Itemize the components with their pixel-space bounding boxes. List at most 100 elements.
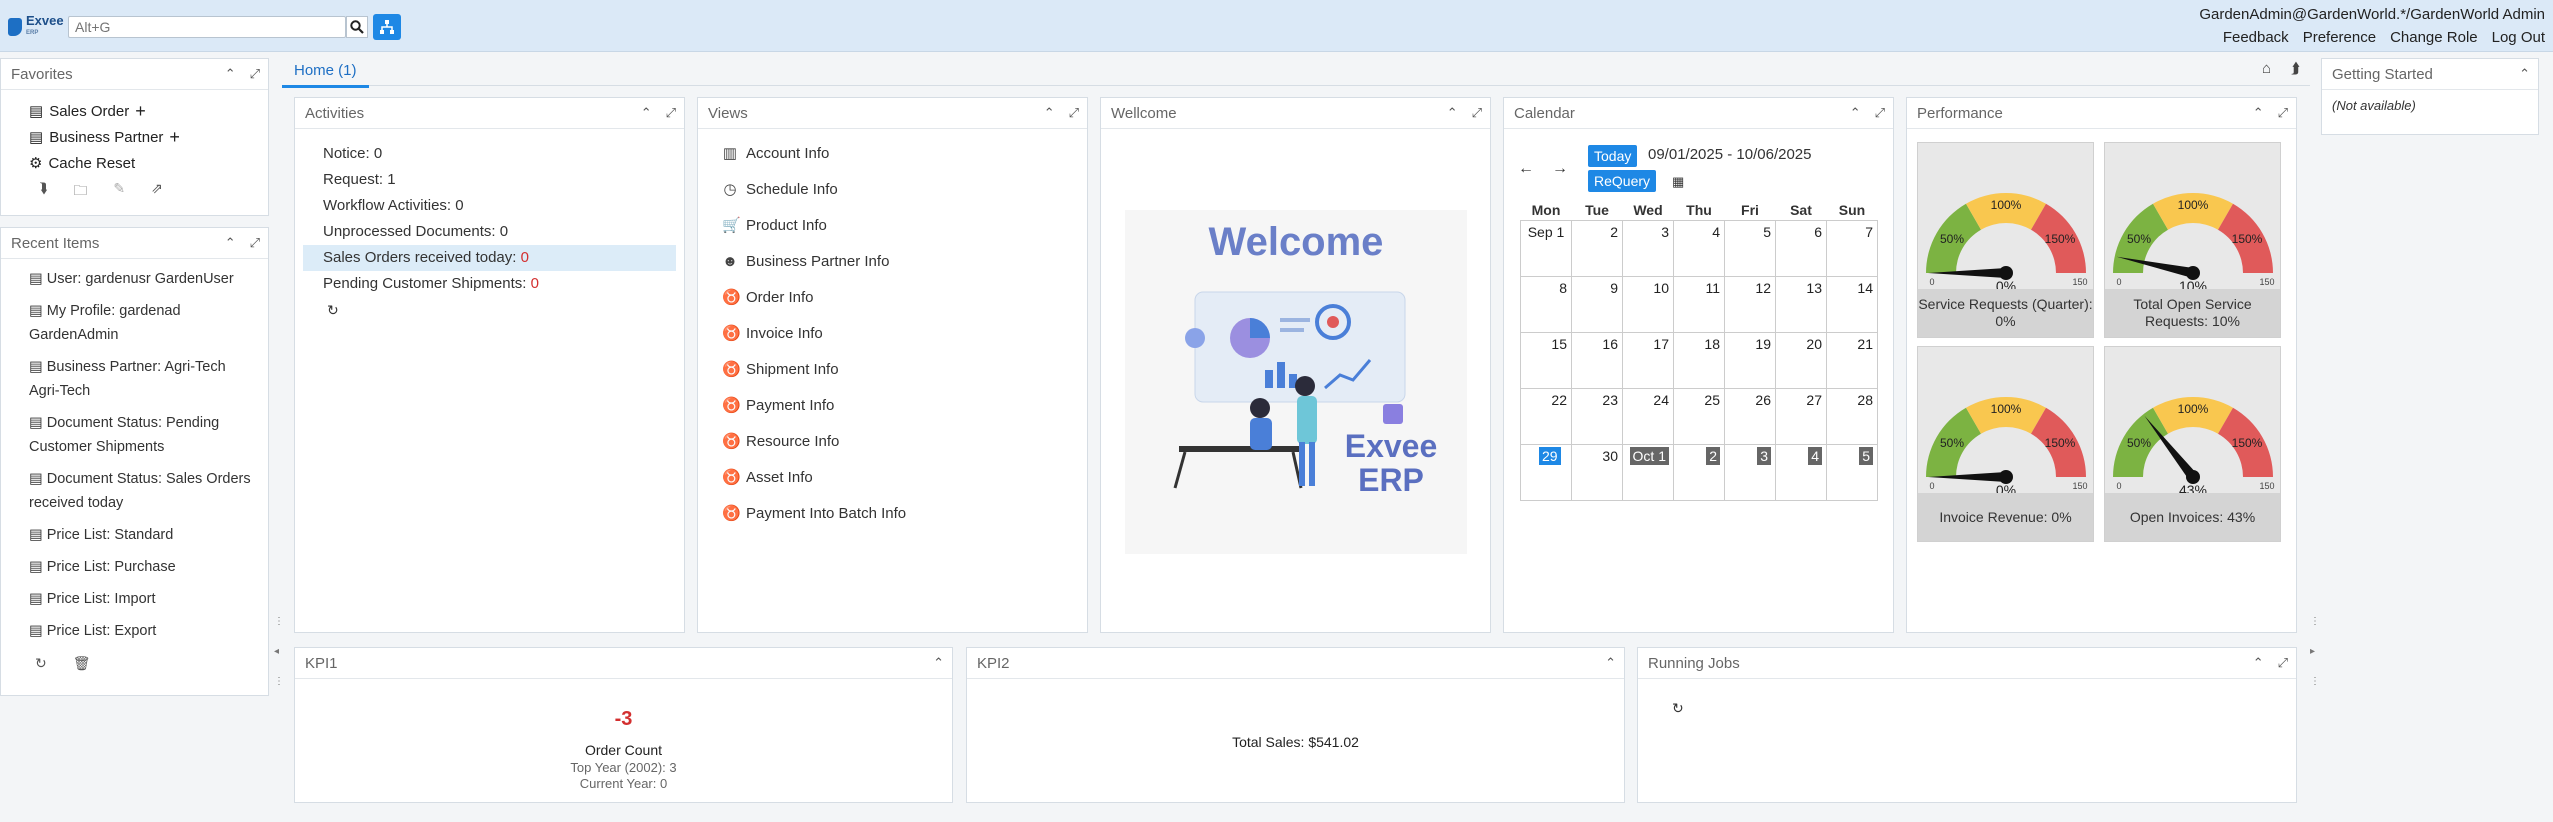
view-schedule-info[interactable]: ◷ Schedule Info	[698, 171, 1087, 207]
folder-icon[interactable]: 🗀	[73, 180, 87, 204]
calendar-day-cell[interactable]: 5	[1724, 219, 1776, 277]
gauge-widget[interactable]: 50% 100% 150% 0 150 43% Open Invoices: 43%	[2104, 346, 2281, 542]
recent-item[interactable]: ▤ Business Partner: Agri-Tech Agri-Tech	[29, 355, 258, 403]
collapse-icon[interactable]: ⌃	[1447, 105, 1458, 121]
search-button[interactable]	[346, 16, 368, 38]
calendar-day-cell[interactable]: 11	[1673, 275, 1725, 333]
global-search-input[interactable]	[68, 16, 346, 38]
trash-icon[interactable]: 🗑	[73, 655, 91, 672]
activity-unprocessed-documents[interactable]: Unprocessed Documents: 0	[303, 219, 676, 245]
collapse-icon[interactable]: ⌃	[1850, 105, 1861, 121]
calendar-day-cell[interactable]: 3	[1724, 443, 1776, 501]
calendar-day-cell[interactable]: 19	[1724, 331, 1776, 389]
right-splitter-handle[interactable]: ⋮	[2310, 676, 2320, 687]
recent-item[interactable]: ▤ Price List: Standard	[29, 523, 258, 547]
view-resource-info[interactable]: ♉ Resource Info	[698, 423, 1087, 459]
left-splitter-handle[interactable]: ⋮	[274, 676, 284, 687]
gauge-widget[interactable]: 50% 100% 150% 0 150 0% Invoice Revenue: 0%	[1917, 346, 2094, 542]
calendar-day-cell[interactable]: 2	[1571, 219, 1623, 277]
gauge-widget[interactable]: 50% 100% 150% 0 150 10% Total Open Service Req…	[2104, 142, 2281, 338]
calendar-day-cell[interactable]: 26	[1724, 387, 1776, 445]
expand-all-icon[interactable]: ⮯	[39, 180, 47, 204]
calendar-day-cell[interactable]: 2	[1673, 443, 1725, 501]
collapse-all-icon[interactable]: ⮭	[2291, 60, 2300, 77]
view-business-partner-info[interactable]: ☻ Business Partner Info	[698, 243, 1087, 279]
view-account-info[interactable]: ▥ Account Info	[698, 135, 1087, 171]
right-splitter-handle[interactable]: ⋮	[2310, 616, 2320, 627]
calendar-day-cell[interactable]: 15	[1520, 331, 1572, 389]
log-out-link[interactable]: Log Out	[2492, 29, 2545, 46]
calendar-day-cell[interactable]: 12	[1724, 275, 1776, 333]
prev-arrow-icon[interactable]: ←	[1518, 160, 1534, 178]
activity-request[interactable]: Request: 1	[303, 167, 676, 193]
recent-item[interactable]: ▤ User: gardenusr GardenUser	[29, 267, 258, 291]
refresh-icon[interactable]: ↻	[35, 655, 47, 672]
feedback-link[interactable]: Feedback	[2223, 29, 2289, 46]
recent-item[interactable]: ▤ Price List: Purchase	[29, 555, 258, 579]
refresh-icon[interactable]: ↻	[1672, 700, 1684, 717]
left-splitter-handle[interactable]: ⋮	[274, 616, 284, 627]
view-invoice-info[interactable]: ♉ Invoice Info	[698, 315, 1087, 351]
calendar-day-cell[interactable]: 27	[1775, 387, 1827, 445]
view-shipment-info[interactable]: ♉ Shipment Info	[698, 351, 1087, 387]
gauge-widget[interactable]: 50% 100% 150% 0 150 0% Service Requests (Quart…	[1917, 142, 2094, 338]
requery-button[interactable]: ReQuery	[1588, 170, 1657, 192]
calendar-day-cell[interactable]: 6	[1775, 219, 1827, 277]
calendar-day-cell[interactable]: 17	[1622, 331, 1674, 389]
calendar-day-cell[interactable]: 4	[1673, 219, 1725, 277]
calendar-icon[interactable]: ▦	[1672, 174, 1684, 190]
collapse-right-icon[interactable]: ▸	[2310, 646, 2315, 657]
expand-icon[interactable]: ⤢	[250, 66, 260, 82]
collapse-icon[interactable]: ⌃	[2519, 66, 2530, 82]
collapse-icon[interactable]: ⌃	[2253, 655, 2264, 671]
calendar-day-cell[interactable]: 25	[1673, 387, 1725, 445]
change-role-link[interactable]: Change Role	[2390, 29, 2478, 46]
collapse-icon[interactable]: ⌃	[641, 105, 652, 121]
recent-item[interactable]: ▤ Price List: Export	[29, 619, 258, 643]
expand-icon[interactable]: ⤢	[1472, 105, 1482, 121]
view-payment-info[interactable]: ♉ Payment Info	[698, 387, 1087, 423]
expand-icon[interactable]: ⤢	[2278, 105, 2288, 121]
view-product-info[interactable]: 🛒 Product Info	[698, 207, 1087, 243]
next-arrow-icon[interactable]: →	[1552, 160, 1568, 178]
calendar-day-cell[interactable]: 10	[1622, 275, 1674, 333]
menu-tree-button[interactable]	[373, 14, 401, 40]
add-icon[interactable]: +	[135, 101, 146, 122]
today-button[interactable]: Today	[1588, 145, 1638, 167]
collapse-icon[interactable]: ⌃	[225, 235, 236, 251]
calendar-day-cell[interactable]: 13	[1775, 275, 1827, 333]
calendar-day-cell[interactable]: Oct 1	[1622, 443, 1674, 501]
activity-workflow[interactable]: Workflow Activities: 0	[303, 193, 676, 219]
collapse-icon[interactable]: ⌃	[1044, 105, 1055, 121]
expand-icon[interactable]: ⤢	[1069, 105, 1079, 121]
calendar-day-cell[interactable]: 21	[1826, 331, 1878, 389]
expand-icon[interactable]: ⤢	[1875, 105, 1885, 121]
calendar-day-cell[interactable]: Sep 1	[1520, 219, 1572, 277]
activity-sales-orders-today[interactable]: Sales Orders received today: 0	[303, 245, 676, 271]
calendar-day-cell[interactable]: 9	[1571, 275, 1623, 333]
collapse-icon[interactable]: ⌃	[225, 66, 236, 82]
recent-item[interactable]: ▤ Price List: Import	[29, 587, 258, 611]
calendar-day-cell[interactable]: 28	[1826, 387, 1878, 445]
activity-notice[interactable]: Notice: 0	[303, 141, 676, 167]
collapse-left-icon[interactable]: ◂	[274, 646, 279, 657]
expand-icon[interactable]: ⤢	[2278, 655, 2288, 671]
expand-icon[interactable]: ⤢	[666, 105, 676, 121]
view-order-info[interactable]: ♉ Order Info	[698, 279, 1087, 315]
add-icon[interactable]: +	[169, 127, 180, 148]
calendar-day-cell[interactable]: 5	[1826, 443, 1878, 501]
logo[interactable]: Exvee ERP	[8, 14, 64, 40]
tab-home[interactable]: Home (1)	[282, 58, 369, 88]
activity-pending-shipments[interactable]: Pending Customer Shipments: 0	[303, 271, 676, 297]
collapse-icon[interactable]: ⌃	[1605, 655, 1616, 671]
calendar-day-cell[interactable]: 23	[1571, 387, 1623, 445]
calendar-day-cell[interactable]: 22	[1520, 387, 1572, 445]
calendar-day-cell[interactable]: 4	[1775, 443, 1827, 501]
view-payment-into-batch-info[interactable]: ♉ Payment Into Batch Info	[698, 495, 1087, 531]
collapse-icon[interactable]: ⌃	[933, 655, 944, 671]
favorite-item-business-partner[interactable]: ▤ Business Partner +	[29, 124, 268, 150]
edit-icon[interactable]: ✎	[113, 180, 125, 204]
view-asset-info[interactable]: ♉ Asset Info	[698, 459, 1087, 495]
calendar-day-cell[interactable]: 16	[1571, 331, 1623, 389]
recent-item[interactable]: ▤ Document Status: Pending Customer Ship…	[29, 411, 258, 459]
